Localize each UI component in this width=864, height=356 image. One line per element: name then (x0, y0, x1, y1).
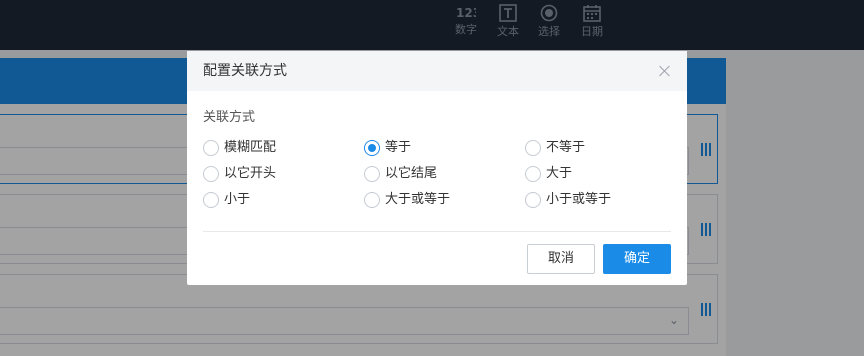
option-label: 以它结尾 (385, 166, 438, 181)
option-not-equals[interactable]: 不等于 (525, 139, 585, 157)
confirm-button[interactable]: 确定 (603, 244, 671, 274)
option-less-or-equal[interactable]: 小于或等于 (525, 191, 611, 209)
association-mode-dialog: 配置关联方式 关联方式 模糊匹配 等于 不等于 以它开头 以它结尾 大于 小于 … (187, 51, 687, 285)
option-fuzzy-match[interactable]: 模糊匹配 (203, 139, 276, 157)
radio-button[interactable] (203, 192, 219, 208)
close-icon[interactable] (657, 63, 673, 79)
option-label: 模糊匹配 (224, 140, 277, 155)
option-greater-than[interactable]: 大于 (525, 165, 572, 183)
option-label: 等于 (385, 140, 412, 155)
option-label: 大于或等于 (385, 192, 451, 207)
footer-divider (203, 231, 671, 232)
option-less-than[interactable]: 小于 (203, 191, 250, 209)
radio-button[interactable] (525, 166, 541, 182)
radio-button[interactable] (364, 166, 380, 182)
radio-button[interactable] (203, 166, 219, 182)
option-greater-or-equal[interactable]: 大于或等于 (364, 191, 450, 209)
radio-button-checked[interactable] (364, 140, 380, 156)
option-label: 不等于 (546, 140, 586, 155)
dialog-title: 配置关联方式 (203, 63, 287, 79)
option-label: 大于 (546, 166, 573, 181)
radio-button[interactable] (364, 192, 380, 208)
option-label: 小于或等于 (546, 192, 612, 207)
option-ends-with[interactable]: 以它结尾 (364, 165, 437, 183)
dialog-header: 配置关联方式 (187, 51, 687, 91)
cancel-button[interactable]: 取消 (527, 244, 595, 274)
option-label: 小于 (224, 192, 251, 207)
radio-button[interactable] (525, 192, 541, 208)
option-starts-with[interactable]: 以它开头 (203, 165, 276, 183)
radio-button[interactable] (203, 140, 219, 156)
radio-button[interactable] (525, 140, 541, 156)
section-label: 关联方式 (203, 110, 256, 125)
option-equals[interactable]: 等于 (364, 139, 411, 157)
option-label: 以它开头 (224, 166, 277, 181)
